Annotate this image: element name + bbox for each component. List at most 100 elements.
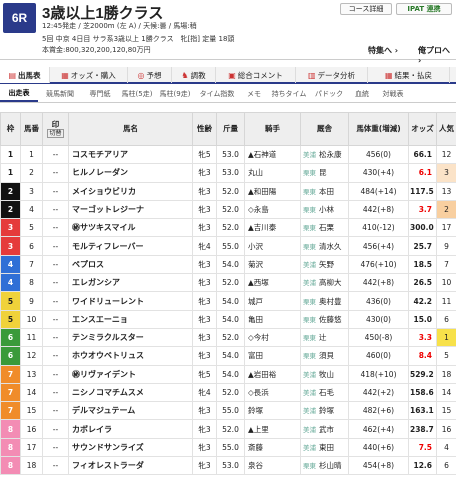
trainer-cell[interactable]: 美浦 石毛 <box>300 382 349 403</box>
tab-5[interactable]: ▥ データ分析 <box>296 67 368 83</box>
horse-name-link[interactable]: エンスエーニョ <box>68 309 193 329</box>
mark-cell[interactable]: -- <box>42 309 69 329</box>
trainer-cell[interactable]: 栗東辻 <box>300 327 349 348</box>
trainer-name[interactable]: 牧山 <box>319 370 334 379</box>
tab-0[interactable]: ▤ 出馬表 <box>0 67 50 83</box>
jockey-link[interactable]: 城戸 <box>244 291 301 311</box>
mark-cell[interactable]: -- <box>42 163 69 183</box>
horse-name-link[interactable]: ㊙サツキスマイル <box>68 218 193 238</box>
odds-cell[interactable]: 8.4 <box>408 346 437 366</box>
special-feature-link[interactable]: 特集へ › <box>368 45 398 56</box>
horse-name-link[interactable]: エレガンシア <box>68 273 193 293</box>
trainer-name[interactable]: 武市 <box>319 425 334 434</box>
odds-cell[interactable]: 26.5 <box>408 273 437 293</box>
tab-6[interactable]: ▦ 結果・払戻 <box>368 67 450 83</box>
mark-cell[interactable]: -- <box>42 364 69 384</box>
trainer-cell[interactable]: 美浦 武市 <box>300 419 349 439</box>
jockey-link[interactable]: ▲和田陽 <box>244 181 301 201</box>
subtab-4[interactable]: 馬柱(9走) <box>156 86 194 102</box>
subtab-0[interactable]: 出走表 <box>0 86 38 102</box>
mark-cell[interactable]: -- <box>42 273 69 293</box>
mark-cell[interactable]: -- <box>42 346 69 366</box>
mark-cell[interactable]: -- <box>42 236 69 256</box>
jockey-link[interactable]: ◇今村 <box>244 327 301 348</box>
jockey-link[interactable]: 亀田 <box>244 309 301 329</box>
horse-name-link[interactable]: サウンドサンライズ <box>68 437 193 458</box>
trainer-cell[interactable]: 栗東 小林 <box>300 199 349 220</box>
subtab-5[interactable]: タイム指数 <box>194 86 240 102</box>
odds-cell[interactable]: 529.2 <box>408 364 437 384</box>
ipat-link-button[interactable]: IPAT 連携 <box>396 3 452 15</box>
col-mark-toggle[interactable]: 切替 <box>47 128 64 138</box>
trainer-cell[interactable]: 栗東 杉山晴 <box>300 456 349 476</box>
col-mark[interactable]: 印切替 <box>42 112 69 146</box>
mark-cell[interactable]: -- <box>42 199 69 220</box>
jockey-link[interactable]: ▲上里 <box>244 419 301 439</box>
jockey-link[interactable]: ▲吉川泰 <box>244 218 301 238</box>
trainer-name[interactable]: 杉山晴 <box>319 461 342 470</box>
mark-cell[interactable]: -- <box>42 218 69 238</box>
horse-name-link[interactable]: ヒルノレーダン <box>68 163 193 183</box>
trainer-name[interactable]: 松永康 <box>319 150 342 159</box>
tab-2[interactable]: ◎ 予想 <box>128 67 172 83</box>
trainer-name[interactable]: 小林 <box>319 205 334 214</box>
trainer-name[interactable]: 東田 <box>319 443 334 452</box>
horse-name-link[interactable]: ワイドリューレント <box>68 291 193 311</box>
trainer-cell[interactable]: 栗東 奥村豊 <box>300 291 349 311</box>
trainer-cell[interactable]: 栗東 佐藤悠 <box>300 309 349 329</box>
jockey-link[interactable]: 泉谷 <box>244 456 301 476</box>
horse-name-link[interactable]: デルマジュテーム <box>68 401 193 421</box>
horse-name-link[interactable]: カボレイラ <box>68 419 193 439</box>
odds-cell[interactable]: 18.5 <box>408 254 437 275</box>
trainer-name[interactable]: 矢野 <box>319 260 334 269</box>
odds-cell[interactable]: 15.0 <box>408 309 437 329</box>
odds-cell[interactable]: 42.2 <box>408 291 437 311</box>
mark-cell[interactable]: -- <box>42 401 69 421</box>
subtab-3[interactable]: 馬柱(5走) <box>118 86 156 102</box>
mark-cell[interactable]: -- <box>42 291 69 311</box>
jockey-link[interactable]: ◇長浜 <box>244 382 301 403</box>
trainer-cell[interactable]: 美浦 牧山 <box>300 364 349 384</box>
trainer-cell[interactable]: 栗東昆 <box>300 163 349 183</box>
trainer-cell[interactable]: 美浦 高柳大 <box>300 273 349 293</box>
trainer-name[interactable]: 辻 <box>319 333 327 342</box>
horse-name-link[interactable]: コスモチアリア <box>68 144 193 165</box>
subtab-8[interactable]: パドック <box>310 86 348 102</box>
odds-cell[interactable]: 7.5 <box>408 437 437 458</box>
subtab-9[interactable]: 血統 <box>348 86 376 102</box>
trainer-cell[interactable]: 美浦 矢野 <box>300 254 349 275</box>
odds-cell[interactable]: 3.3 <box>408 327 437 348</box>
odds-cell[interactable]: 163.1 <box>408 401 437 421</box>
subtab-1[interactable]: 競馬新聞 <box>38 86 82 102</box>
jockey-link[interactable]: ▲岩田裕 <box>244 364 301 384</box>
odds-cell[interactable]: 66.1 <box>408 144 437 165</box>
jockey-link[interactable]: ▲西塚 <box>244 273 301 293</box>
horse-name-link[interactable]: メイショウビリカ <box>68 181 193 201</box>
horse-name-link[interactable]: ペプロス <box>68 254 193 275</box>
odds-cell[interactable]: 25.7 <box>408 236 437 256</box>
trainer-name[interactable]: 鈴塚 <box>319 406 334 415</box>
jockey-link[interactable]: ◇永島 <box>244 199 301 220</box>
mark-cell[interactable]: -- <box>42 144 69 165</box>
mark-cell[interactable]: -- <box>42 437 69 458</box>
mark-cell[interactable]: -- <box>42 181 69 201</box>
jockey-link[interactable]: 富田 <box>244 346 301 366</box>
horse-name-link[interactable]: マーゴットレジーナ <box>68 199 193 220</box>
ore-pro-link[interactable]: 俺プロへ › <box>418 45 456 65</box>
subtab-2[interactable]: 専門紙 <box>82 86 118 102</box>
horse-name-link[interactable]: モルティフレーバー <box>68 236 193 256</box>
mark-cell[interactable]: -- <box>42 327 69 348</box>
trainer-name[interactable]: 本田 <box>319 187 334 196</box>
trainer-cell[interactable]: 栗東 清水久 <box>300 236 349 256</box>
mark-cell[interactable]: -- <box>42 456 69 476</box>
horse-name-link[interactable]: フィオレストラーダ <box>68 456 193 476</box>
mark-cell[interactable]: -- <box>42 382 69 403</box>
mark-cell[interactable]: -- <box>42 254 69 275</box>
odds-cell[interactable]: 12.6 <box>408 456 437 476</box>
subtab-6[interactable]: メモ <box>240 86 268 102</box>
trainer-name[interactable]: 昆 <box>319 168 327 177</box>
odds-cell[interactable]: 3.7 <box>408 199 437 220</box>
trainer-cell[interactable]: 美浦 東田 <box>300 437 349 458</box>
horse-name-link[interactable]: ㊙リヴァイデント <box>68 364 193 384</box>
jockey-link[interactable]: 斎藤 <box>244 437 301 458</box>
